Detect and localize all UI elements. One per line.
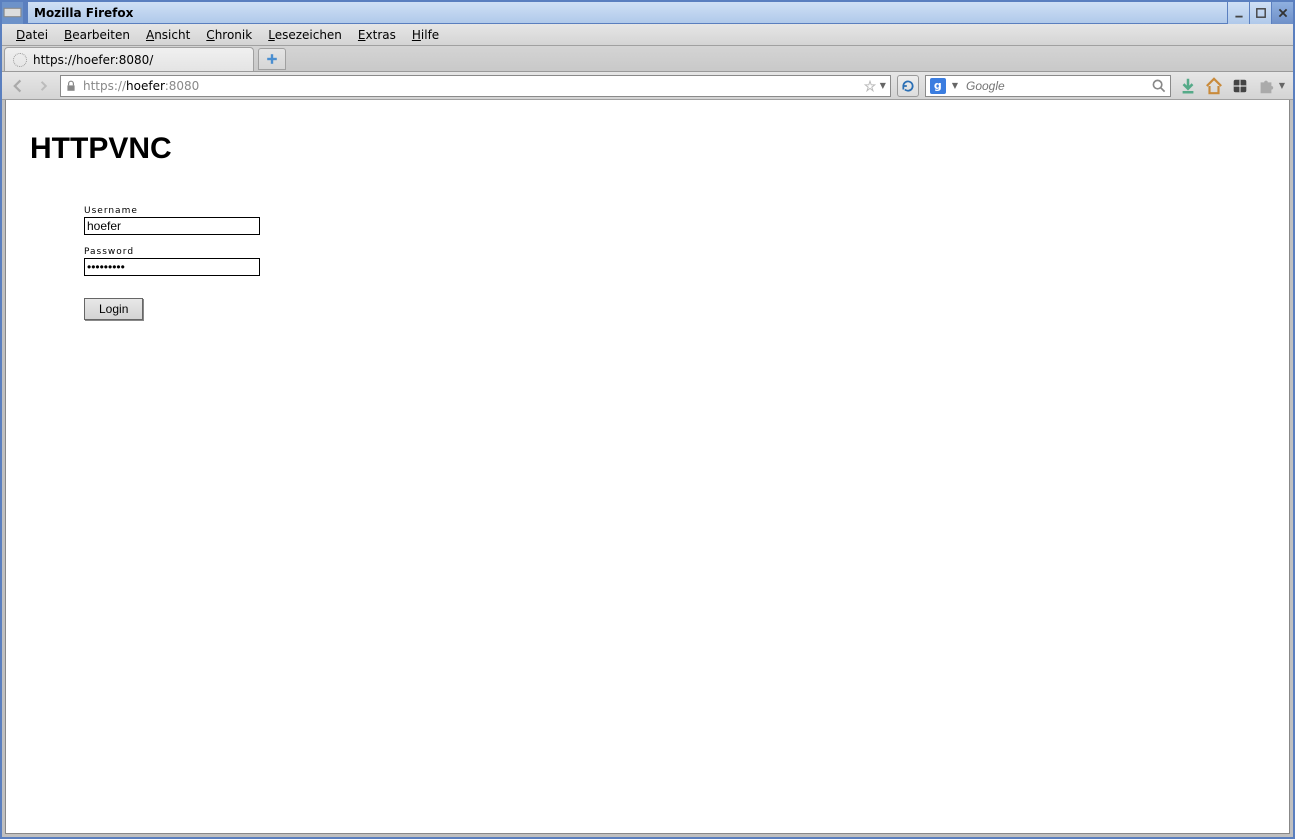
back-button[interactable] — [8, 75, 30, 97]
login-button[interactable]: Login — [84, 298, 143, 320]
menu-view[interactable]: Ansicht — [138, 26, 198, 44]
download-icon[interactable] — [1179, 77, 1197, 95]
menu-help[interactable]: Hilfe — [404, 26, 447, 44]
lock-icon — [65, 80, 77, 92]
home-icon[interactable] — [1205, 77, 1223, 95]
password-label: Password — [84, 247, 264, 257]
search-engine-dropdown-icon[interactable]: ▼ — [952, 81, 958, 90]
toolbar-dropdown-icon[interactable]: ▼ — [1279, 81, 1285, 90]
url-text: https://hoefer:8080 — [83, 79, 858, 93]
password-input[interactable] — [84, 258, 260, 276]
maximize-button[interactable] — [1249, 2, 1271, 24]
tab-label: https://hoefer:8080/ — [33, 53, 153, 67]
username-input[interactable] — [84, 217, 260, 235]
search-submit-icon[interactable] — [1152, 79, 1166, 93]
url-dropdown-icon[interactable]: ▼ — [880, 81, 886, 90]
menu-tools[interactable]: Extras — [350, 26, 404, 44]
page-heading: HTTPVNC — [30, 132, 1265, 166]
minimize-button[interactable] — [1227, 2, 1249, 24]
new-tab-button[interactable] — [258, 48, 286, 70]
url-bar[interactable]: https://hoefer:8080 ▼ — [60, 75, 891, 97]
close-button[interactable] — [1271, 2, 1293, 24]
forward-button[interactable] — [32, 75, 54, 97]
page-viewport: HTTPVNC Username Password Login — [5, 100, 1290, 834]
menu-file[interactable]: Datei — [8, 26, 56, 44]
url-tail-icons: ▼ — [864, 80, 886, 92]
nav-toolbar: https://hoefer:8080 ▼ g ▼ — [2, 72, 1293, 100]
menu-edit[interactable]: Bearbeiten — [56, 26, 138, 44]
menubar: Datei Bearbeiten Ansicht Chronik Lesezei… — [2, 24, 1293, 46]
menu-bookmarks[interactable]: Lesezeichen — [260, 26, 350, 44]
search-input[interactable] — [964, 78, 1146, 94]
window-title: Mozilla Firefox — [28, 2, 1227, 23]
bookmark-star-icon[interactable] — [864, 80, 876, 92]
username-field-group: Username — [84, 206, 264, 235]
search-engine-icon[interactable]: g — [930, 78, 946, 94]
page-content: HTTPVNC Username Password Login — [6, 100, 1289, 340]
search-bar[interactable]: g ▼ — [925, 75, 1171, 97]
tab-active[interactable]: https://hoefer:8080/ — [4, 47, 254, 71]
window-frame: Mozilla Firefox Datei Bearbeiten Ansicht… — [0, 0, 1295, 839]
password-field-group: Password — [84, 247, 264, 276]
tabbar: https://hoefer:8080/ — [2, 46, 1293, 72]
puzzle-icon[interactable] — [1257, 77, 1275, 95]
username-label: Username — [84, 206, 264, 216]
reload-button[interactable] — [897, 75, 919, 97]
tab-favicon-icon — [13, 53, 27, 67]
toolbar-icons: ▼ — [1177, 77, 1287, 95]
titlebar: Mozilla Firefox — [2, 2, 1293, 24]
menu-history[interactable]: Chronik — [198, 26, 260, 44]
window-controls — [1227, 2, 1293, 24]
login-form: Username Password Login — [84, 206, 264, 320]
addon-icon[interactable] — [1231, 77, 1249, 95]
system-menu-icon[interactable] — [2, 2, 24, 24]
